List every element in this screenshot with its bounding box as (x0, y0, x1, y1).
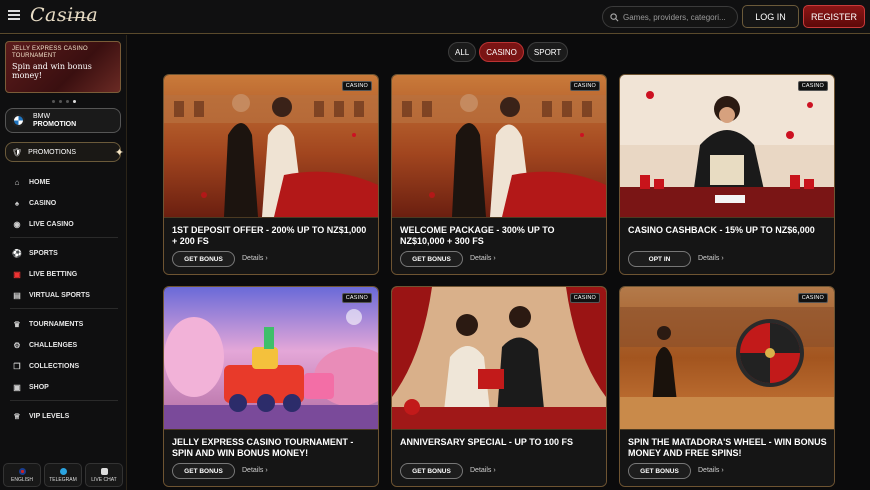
casino-badge: CASINO (569, 81, 600, 91)
promo-image-matador: CASINO (392, 75, 606, 217)
sidebar-divider (10, 308, 118, 309)
promotions-button[interactable]: 🛡 PROMOTIONS ✦ (5, 142, 124, 162)
promo-title: WELCOME PACKAGE - 300% UP TO NZ$10,000 +… (400, 225, 555, 246)
casino-badge: CASINO (569, 293, 600, 303)
promo-card[interactable]: CASINO WELCOME PACKAGE - 300% UP TO NZ$1… (391, 74, 607, 275)
virtual-sports-icon: ▤ (13, 290, 21, 300)
banner-title: Spin and win bonus money! (12, 62, 92, 80)
sidebar-item-shop[interactable]: ▣ SHOP (0, 378, 127, 396)
get-bonus-button[interactable]: GET BONUS (172, 251, 235, 267)
opt-in-button[interactable]: OPT IN (628, 251, 691, 267)
banner-subtitle: JELLY EXPRESS CASINO TOURNAMENT (12, 46, 88, 59)
live-chat-button[interactable]: LIVE CHAT (85, 463, 123, 487)
tab-casino[interactable]: CASINO (479, 42, 524, 62)
trophy-icon: ♛ (13, 319, 21, 329)
promo-card-body: JELLY EXPRESS CASINO TOURNAMENT - SPIN A… (164, 429, 378, 486)
register-button[interactable]: REGISTER (803, 5, 865, 28)
sidebar-item-live-betting[interactable]: ▣ LIVE BETTING (0, 265, 127, 283)
promo-card-body: ANNIVERSARY SPECIAL - UP TO 100 FS GET B… (392, 429, 606, 486)
promo-card[interactable]: CASINO SPIN THE MATADORA'S WHEEL - WIN B… (619, 286, 835, 487)
sidebar-item-collections[interactable]: ❐ COLLECTIONS (0, 357, 127, 375)
bmw-logo-icon (12, 114, 25, 127)
promotions-label: PROMOTIONS (28, 148, 76, 156)
promo-title: JELLY EXPRESS CASINO TOURNAMENT - SPIN A… (172, 437, 354, 458)
sidebar-item-casino[interactable]: ♠ CASINO (0, 194, 127, 212)
cards-icon: ♠ (14, 198, 20, 208)
promo-image-jelly-express: CASINO (164, 287, 378, 429)
sidebar-divider (10, 400, 118, 401)
details-link[interactable]: Details › (698, 467, 724, 474)
shop-icon: ▣ (13, 382, 21, 392)
promo-image-matadora-wheel: CASINO (620, 287, 834, 429)
promo-card[interactable]: CASINO 1ST DEPOSIT OFFER - 200% UP TO NZ… (163, 74, 379, 275)
promo-card[interactable]: CASINO JELLY EXPRESS CASINO TOURNAMENT -… (163, 286, 379, 487)
hamburger-menu-icon[interactable] (8, 10, 20, 20)
details-link[interactable]: Details › (242, 467, 268, 474)
get-bonus-button[interactable]: GET BONUS (400, 463, 463, 479)
promo-title: ANNIVERSARY SPECIAL - UP TO 100 FS (400, 437, 574, 447)
carousel-dots[interactable] (52, 100, 76, 103)
promo-card-body: CASINO CASHBACK - 15% UP TO NZ$6,000 OPT… (620, 217, 834, 274)
sidebar-divider (10, 237, 118, 238)
language-english-button[interactable]: ENGLISH (3, 463, 41, 487)
sidebar-item-tournaments[interactable]: ♛ TOURNAMENTS (0, 315, 127, 333)
sidebar-item-virtual-sports[interactable]: ▤ VIRTUAL SPORTS (0, 286, 127, 304)
flag-icon (18, 467, 26, 475)
promo-title: SPIN THE MATADORA'S WHEEL - WIN BONUS MO… (628, 437, 827, 458)
promo-title: 1ST DEPOSIT OFFER - 200% UP TO NZ$1,000 … (172, 225, 367, 246)
challenges-icon: ⚙ (13, 340, 21, 350)
bmw-promotion-button[interactable]: BMW PROMOTION (5, 108, 121, 133)
login-button[interactable]: LOG IN (742, 5, 799, 28)
promo-image-cashback: CASINO (620, 75, 834, 217)
details-link[interactable]: Details › (470, 255, 496, 262)
live-casino-icon: ◉ (13, 219, 21, 229)
sidebar-item-live-casino[interactable]: ◉ LIVE CASINO (0, 215, 127, 233)
promo-image-anniversary: CASINO (392, 287, 606, 429)
promo-title: CASINO CASHBACK - 15% UP TO NZ$6,000 (628, 225, 815, 235)
search-input[interactable] (623, 12, 733, 22)
promo-card[interactable]: CASINO ANNIVERSARY SPECIAL - UP TO 100 F… (391, 286, 607, 487)
category-tabs: ALL CASINO SPORT (448, 42, 569, 62)
promo-card-body: SPIN THE MATADORA'S WHEEL - WIN BONUS MO… (620, 429, 834, 486)
promo-image-matador: CASINO (164, 75, 378, 217)
sparkle-icon: ✦ (114, 147, 124, 159)
details-link[interactable]: Details › (242, 255, 268, 262)
get-bonus-button[interactable]: GET BONUS (172, 463, 235, 479)
vip-icon: ♕ (13, 411, 21, 421)
collections-icon: ❐ (13, 361, 21, 371)
soccer-ball-icon: ⚽ (12, 248, 22, 258)
tournament-banner[interactable]: JELLY EXPRESS CASINO TOURNAMENT Spin and… (5, 41, 121, 93)
tab-all[interactable]: ALL (448, 42, 477, 62)
live-betting-icon: ▣ (13, 269, 21, 279)
top-header: Casina LOG IN REGISTER (0, 0, 870, 34)
logo-swash-decoration (64, 17, 94, 23)
promo-card-body: 1ST DEPOSIT OFFER - 200% UP TO NZ$1,000 … (164, 217, 378, 274)
gift-icon: 🛡 (12, 147, 23, 157)
get-bonus-button[interactable]: GET BONUS (400, 251, 463, 267)
casino-badge: CASINO (797, 81, 828, 91)
details-link[interactable]: Details › (698, 255, 724, 262)
bmw-promotion-label: BMW PROMOTION (33, 112, 77, 128)
home-icon: ⌂ (14, 177, 20, 187)
sidebar-item-home[interactable]: ⌂ HOME (0, 173, 127, 191)
chat-icon (100, 467, 108, 475)
sidebar-item-sports[interactable]: ⚽ SPORTS (0, 244, 127, 262)
promo-card[interactable]: CASINO CASINO CASHBACK - 15% UP TO NZ$6,… (619, 74, 835, 275)
telegram-icon (59, 467, 67, 475)
casino-badge: CASINO (341, 81, 372, 91)
telegram-button[interactable]: TELEGRAM (44, 463, 82, 487)
tab-sport[interactable]: SPORT (526, 42, 569, 62)
details-link[interactable]: Details › (470, 467, 496, 474)
casino-badge: CASINO (341, 293, 372, 303)
sidebar-item-challenges[interactable]: ⚙ CHALLENGES (0, 336, 127, 354)
search-icon (610, 12, 619, 21)
search-box[interactable] (602, 6, 738, 28)
casino-badge: CASINO (797, 293, 828, 303)
promo-card-body: WELCOME PACKAGE - 300% UP TO NZ$10,000 +… (392, 217, 606, 274)
get-bonus-button[interactable]: GET BONUS (628, 463, 691, 479)
casino-logo[interactable]: Casina (30, 4, 98, 26)
sidebar: JELLY EXPRESS CASINO TOURNAMENT Spin and… (0, 35, 127, 490)
sidebar-item-vip-levels[interactable]: ♕ VIP LEVELS (0, 407, 127, 425)
